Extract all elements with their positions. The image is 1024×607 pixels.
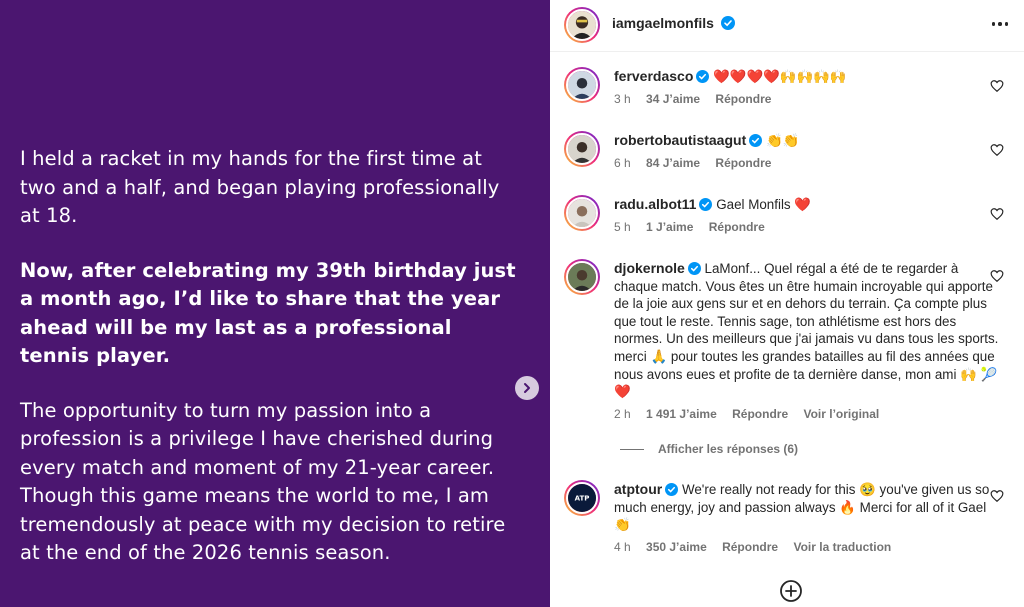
header-username[interactable]: iamgaelmonfils xyxy=(612,15,714,31)
comment-likes[interactable]: 1 491 J’aime xyxy=(646,407,717,421)
post-paragraph-3: The opportunity to turn my passion into … xyxy=(20,398,506,565)
header-avatar[interactable] xyxy=(564,7,600,43)
reply-button[interactable]: Répondre xyxy=(732,407,788,421)
comment-time: 5 h xyxy=(614,219,631,234)
comment-item: radu.albot11 Gael Monfils ❤️ 5 h 1 J’aim… xyxy=(564,195,1004,235)
like-heart-icon[interactable] xyxy=(990,143,1004,157)
next-slide-button[interactable] xyxy=(515,376,539,400)
comment-time: 3 h xyxy=(614,91,631,106)
commenter-avatar[interactable] xyxy=(564,195,600,231)
verified-badge-icon xyxy=(696,70,710,83)
comment-meta: 3 h 34 J’aime Répondre xyxy=(614,91,999,109)
comment-text: Gael Monfils ❤️ xyxy=(716,197,812,212)
comment-meta: 2 h 1 491 J’aime Répondre Voir l’origina… xyxy=(614,406,999,424)
comment-item: robertobautistaagut 👏👏 6 h 84 J’aime Rép… xyxy=(564,131,1004,171)
comment-item: ferverdasco ❤️❤️❤️❤️🙌🙌🙌🙌 3 h 34 J’aime R… xyxy=(564,67,1004,107)
load-more-comments-icon[interactable] xyxy=(779,579,803,603)
comment-text: ❤️❤️❤️❤️🙌🙌🙌🙌 xyxy=(713,69,847,84)
comment-likes[interactable]: 1 J’aime xyxy=(646,220,693,234)
comment-text: LaMonf... Quel régal a été de te regarde… xyxy=(614,261,999,400)
chevron-right-icon xyxy=(524,383,530,393)
post-paragraph-2: Now, after celebrating my 39th birthday … xyxy=(20,258,516,368)
commenter-avatar[interactable] xyxy=(564,131,600,167)
comment-item: ATP atptour We're really not ready for t… xyxy=(564,480,1004,560)
verified-badge-icon xyxy=(749,134,763,147)
commenter-avatar[interactable] xyxy=(564,259,600,295)
comment-username[interactable]: atptour xyxy=(614,481,662,497)
svg-text:ATP: ATP xyxy=(575,495,590,503)
commenter-avatar[interactable]: ATP xyxy=(564,480,600,516)
commenter-avatar[interactable] xyxy=(564,67,600,103)
reply-button[interactable]: Répondre xyxy=(709,220,765,234)
comment-username[interactable]: radu.albot11 xyxy=(614,196,696,212)
comment-username[interactable]: ferverdasco xyxy=(614,68,693,84)
verified-badge-icon xyxy=(687,262,701,275)
comment-meta: 6 h 84 J’aime Répondre xyxy=(614,155,999,173)
comment-meta: 5 h 1 J’aime Répondre xyxy=(614,219,999,237)
comment-likes[interactable]: 34 J’aime xyxy=(646,92,700,106)
see-original-button[interactable]: Voir l’original xyxy=(803,407,879,421)
like-heart-icon[interactable] xyxy=(990,207,1004,221)
like-heart-icon[interactable] xyxy=(990,489,1004,503)
comments-panel: iamgaelmonfils ferverdasco ❤️❤️❤️❤️🙌🙌🙌🙌 … xyxy=(550,0,1024,607)
comment-time: 4 h xyxy=(614,539,631,554)
post-image: I held a racket in my hands for the firs… xyxy=(0,0,550,607)
like-heart-icon[interactable] xyxy=(990,79,1004,93)
post-header: iamgaelmonfils xyxy=(550,0,1024,52)
verified-badge-icon xyxy=(665,483,679,496)
comment-meta: 4 h 350 J’aime Répondre Voir la traducti… xyxy=(614,539,999,557)
more-options-button[interactable] xyxy=(988,14,1012,34)
reply-button[interactable]: Répondre xyxy=(715,156,771,170)
comment-username[interactable]: robertobautistaagut xyxy=(614,132,746,148)
post-text: I held a racket in my hands for the firs… xyxy=(20,145,520,594)
comment-likes[interactable]: 350 J’aime xyxy=(646,540,707,554)
replies-divider xyxy=(620,448,644,450)
post-paragraph-1: I held a racket in my hands for the firs… xyxy=(20,147,500,227)
comment-username[interactable]: djokernole xyxy=(614,260,685,276)
reply-button[interactable]: Répondre xyxy=(715,92,771,106)
comment-time: 6 h xyxy=(614,155,631,170)
comment-item: djokernole LaMonf... Quel régal a été de… xyxy=(564,259,1004,429)
show-replies-label[interactable]: Afficher les réponses (6) xyxy=(658,442,798,456)
verified-badge-icon xyxy=(721,16,736,30)
comment-time: 2 h xyxy=(614,406,631,421)
reply-button[interactable]: Répondre xyxy=(722,540,778,554)
see-translation-button[interactable]: Voir la traduction xyxy=(793,540,891,554)
comment-text: 👏👏 xyxy=(765,133,800,148)
like-heart-icon[interactable] xyxy=(990,269,1004,283)
show-replies-button[interactable]: Afficher les réponses (6) xyxy=(620,442,798,456)
verified-badge-icon xyxy=(699,198,713,211)
comment-likes[interactable]: 84 J’aime xyxy=(646,156,700,170)
